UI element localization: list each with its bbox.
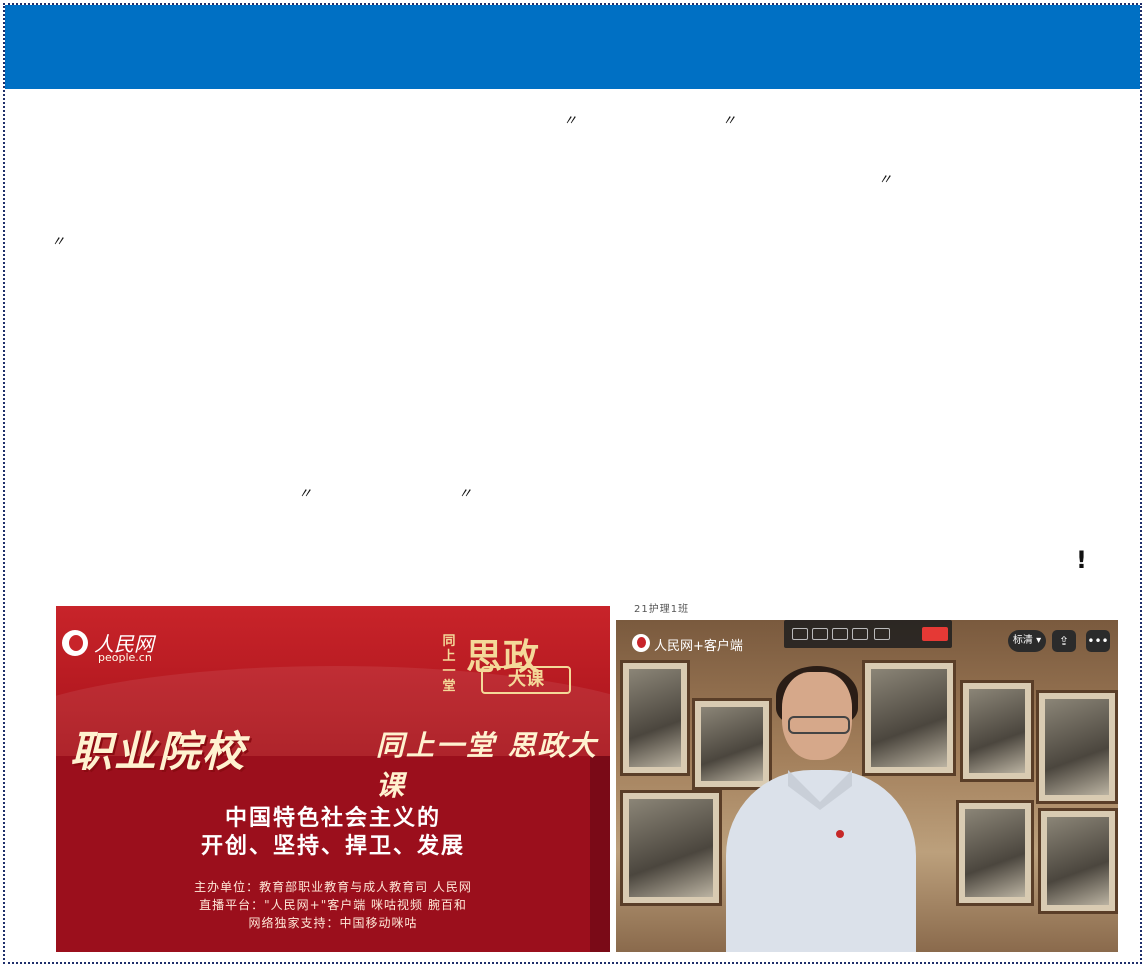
quote-close-2: 〃: [51, 234, 65, 250]
share-icon[interactable]: ⇪: [1052, 630, 1076, 652]
party-pin-icon: [836, 830, 844, 838]
quote-close-1: 〃: [722, 113, 736, 129]
screenshot-caption: 21护理1班: [634, 604, 690, 615]
lecturer-glasses: [788, 716, 850, 734]
poster-headline: 职业院校: [70, 727, 247, 776]
more-icon[interactable]: •••: [1086, 630, 1110, 652]
wall-photo: [960, 680, 1034, 782]
poster-credit-line2: 直播平台："人民网+"客户端 咪咕视频 腕百和: [199, 898, 467, 912]
wall-photo: [1036, 690, 1118, 804]
quote-open-3: 〃: [298, 486, 312, 502]
wall-photo: [956, 800, 1034, 906]
app-name: 人民网+客户端: [654, 639, 743, 654]
app-logo-icon: [632, 634, 650, 652]
toolbar-camera-icon[interactable]: [812, 628, 828, 640]
poster-headline-sub: 同上一堂 思政大课: [376, 729, 598, 802]
people-logo-sub: people.cn: [98, 651, 152, 664]
brand-small-text: 同上一堂: [442, 634, 456, 694]
quote-close-3: 〃: [458, 486, 472, 502]
toolbar-mic-icon[interactable]: [792, 628, 808, 640]
lecture-poster-image: 人民网 people.cn 同上一堂 思政 大课 职业院校 同上一堂 思政大课 …: [56, 606, 610, 952]
poster-credit-line3: 网络独家支持：中国移动咪咕: [248, 916, 418, 930]
quality-select-button[interactable]: 标清 ▾: [1008, 630, 1046, 652]
toolbar-members-icon[interactable]: [852, 628, 868, 640]
wall-photo: [692, 698, 772, 790]
poster-credit-line1: 主办单位：教育部职业教育与成人教育司 人民网: [194, 880, 472, 894]
toolbar-share-icon[interactable]: [832, 628, 848, 640]
wall-photo: [1038, 808, 1118, 914]
quote-open-2: 〃: [878, 172, 892, 188]
toolbar-record-icon[interactable]: [874, 628, 890, 640]
wall-photo: [620, 660, 690, 776]
toolbar-end-button[interactable]: [922, 627, 948, 641]
wall-photo: [862, 660, 956, 776]
people-logo-icon: [62, 630, 88, 656]
brand-box-text: 大课: [481, 666, 571, 694]
lecturer-video-screenshot: [616, 620, 1118, 952]
header-bar: [5, 5, 1140, 89]
screen-share-toolbar: [784, 620, 952, 648]
exclamation-mark: !: [1076, 546, 1087, 574]
quote-open-1: 〃: [563, 113, 577, 129]
wall-photo: [620, 790, 722, 906]
poster-title-line2: 开创、坚持、捍卫、发展: [200, 834, 465, 859]
lecturer-body: [726, 770, 916, 952]
